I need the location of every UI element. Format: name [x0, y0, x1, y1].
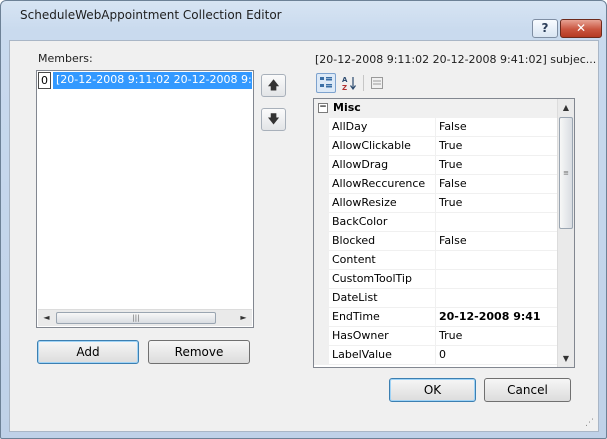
arrow-up-icon: 🡅 [267, 78, 280, 92]
scroll-thumb[interactable]: ||| [56, 312, 216, 324]
property-grid-vertical-scrollbar[interactable]: ▲ ≡ ▼ [557, 99, 574, 367]
category-row-misc[interactable]: − Misc [314, 99, 557, 118]
property-value[interactable] [436, 289, 557, 308]
row-gutter [314, 251, 329, 270]
property-name: DateList [329, 289, 436, 308]
toolbar-separator [363, 75, 364, 91]
property-value[interactable]: True [436, 156, 557, 175]
property-value[interactable]: True [436, 194, 557, 213]
property-name: LabelValue [329, 346, 436, 365]
property-grid-toolbar: A Z [313, 70, 575, 96]
member-index: 0 [38, 72, 51, 89]
members-list[interactable]: 0 [20-12-2008 9:11:02 20-12-2008 9:41:02… [36, 70, 254, 328]
property-value[interactable]: 20-12-2008 9:41 [436, 308, 557, 327]
property-row[interactable]: AllowDrag True [314, 156, 557, 175]
members-label: Members: [38, 52, 93, 65]
close-button[interactable]: ✕ [560, 19, 602, 38]
property-name: AllDay [329, 118, 436, 137]
arrow-down-icon: 🡇 [267, 112, 280, 126]
scroll-left-icon[interactable]: ◄ [38, 310, 55, 326]
property-name: AllowDrag [329, 156, 436, 175]
row-gutter [314, 327, 329, 346]
property-row[interactable]: AllowClickable True [314, 137, 557, 156]
property-name: HasOwner [329, 327, 436, 346]
property-pages-icon[interactable] [367, 73, 387, 93]
row-gutter [314, 175, 329, 194]
move-up-button[interactable]: 🡅 [261, 74, 286, 97]
property-name: Blocked [329, 232, 436, 251]
row-gutter [314, 270, 329, 289]
row-gutter [314, 213, 329, 232]
properties-header: [20-12-2008 9:11:02 20-12-2008 9:41:02] … [315, 53, 597, 66]
svg-text:Z: Z [342, 84, 347, 91]
property-value[interactable]: True [436, 137, 557, 156]
window-title: ScheduleWebAppointment Collection Editor [20, 8, 282, 22]
help-button[interactable]: ? [532, 19, 558, 38]
cancel-button[interactable]: Cancel [484, 378, 571, 402]
property-value[interactable]: False [436, 232, 557, 251]
property-name: AllowResize [329, 194, 436, 213]
row-gutter [314, 194, 329, 213]
property-name: AllowClickable [329, 137, 436, 156]
row-gutter [314, 308, 329, 327]
property-grid[interactable]: − Misc AllDay False AllowClickable True … [313, 98, 575, 368]
property-row[interactable]: AllowResize True [314, 194, 557, 213]
categorized-icon[interactable] [316, 73, 336, 93]
collapse-icon[interactable]: − [318, 103, 328, 113]
row-gutter [314, 137, 329, 156]
scroll-down-icon[interactable]: ▼ [558, 350, 574, 367]
property-grid-rows: − Misc AllDay False AllowClickable True … [314, 99, 557, 367]
svg-text:A: A [342, 76, 348, 84]
property-row[interactable]: Content [314, 251, 557, 270]
property-row[interactable]: Blocked False [314, 232, 557, 251]
property-row[interactable]: DateList [314, 289, 557, 308]
members-horizontal-scrollbar[interactable]: ◄ ||| ► [38, 309, 252, 326]
property-value[interactable]: 0 [436, 346, 557, 365]
property-row[interactable]: EndTime 20-12-2008 9:41 [314, 308, 557, 327]
property-name: AllowReccurence [329, 175, 436, 194]
property-row[interactable]: CustomToolTip [314, 270, 557, 289]
property-row[interactable]: AllDay False [314, 118, 557, 137]
property-value[interactable]: False [436, 118, 557, 137]
alphabetical-icon[interactable]: A Z [339, 73, 359, 93]
row-gutter [314, 232, 329, 251]
title-bar[interactable]: ScheduleWebAppointment Collection Editor [1, 1, 606, 31]
property-name: EndTime [329, 308, 436, 327]
dialog-client-area: Members: 0 [20-12-2008 9:11:02 20-12-200… [9, 40, 599, 432]
scroll-right-icon[interactable]: ► [235, 310, 252, 326]
property-row[interactable]: LabelValue 0 [314, 346, 557, 365]
property-name: CustomToolTip [329, 270, 436, 289]
move-down-button[interactable]: 🡇 [261, 108, 286, 131]
row-gutter [314, 118, 329, 137]
property-value[interactable] [436, 270, 557, 289]
remove-button[interactable]: Remove [148, 340, 250, 364]
ok-button[interactable]: OK [389, 378, 476, 402]
property-row[interactable]: BackColor [314, 213, 557, 232]
row-gutter [314, 156, 329, 175]
property-value[interactable]: True [436, 327, 557, 346]
property-row[interactable]: HasOwner True [314, 327, 557, 346]
list-item[interactable]: 0 [20-12-2008 9:11:02 20-12-2008 9:41:02… [38, 72, 252, 89]
resize-grip-icon[interactable]: ⋰ [585, 418, 595, 428]
row-gutter [314, 289, 329, 308]
collection-editor-window: ScheduleWebAppointment Collection Editor… [0, 0, 607, 439]
member-text: [20-12-2008 9:11:02 20-12-2008 9:41:02] … [53, 72, 252, 89]
row-gutter [314, 346, 329, 365]
property-name: BackColor [329, 213, 436, 232]
property-value[interactable] [436, 213, 557, 232]
property-name: Content [329, 251, 436, 270]
scroll-up-icon[interactable]: ▲ [558, 99, 574, 116]
property-value[interactable] [436, 251, 557, 270]
property-row[interactable]: AllowReccurence False [314, 175, 557, 194]
property-value[interactable]: False [436, 175, 557, 194]
category-name: Misc [333, 101, 361, 114]
add-button[interactable]: Add [37, 340, 139, 364]
scroll-thumb[interactable]: ≡ [559, 117, 573, 229]
